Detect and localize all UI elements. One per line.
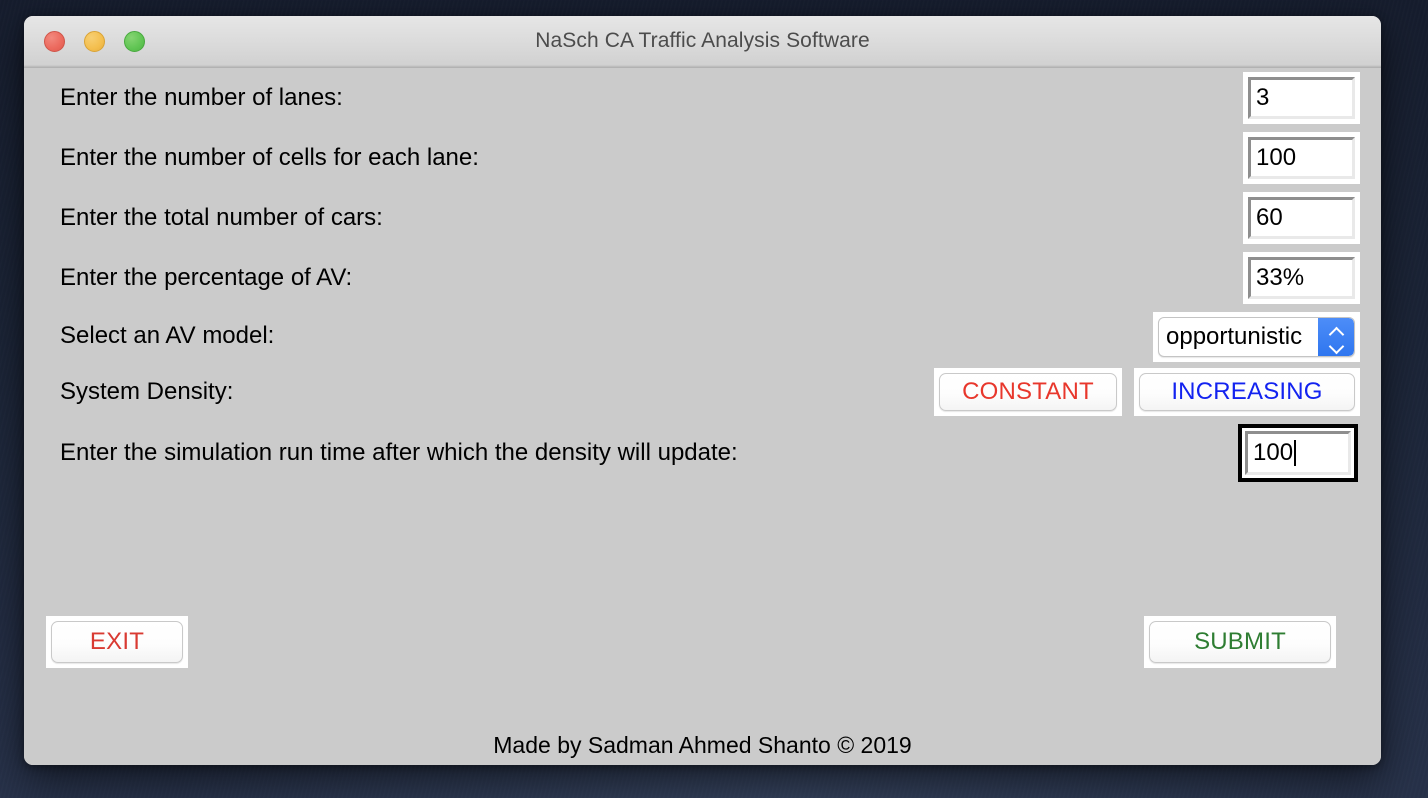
input-lanes[interactable]: 3 [1248, 77, 1355, 119]
window-title: NaSch CA Traffic Analysis Software [535, 29, 870, 52]
label-cells: Enter the number of cells for each lane: [60, 144, 479, 171]
application-window: NaSch CA Traffic Analysis Software Enter… [24, 16, 1381, 765]
chevron-up-down-icon[interactable] [1318, 318, 1354, 356]
label-cars: Enter the total number of cars: [60, 204, 383, 231]
constant-button[interactable]: CONSTANT [939, 373, 1117, 411]
exit-button-wrapper[interactable]: EXIT [46, 616, 188, 668]
input-av-percentage[interactable]: 33% [1248, 257, 1355, 299]
constant-button-wrapper[interactable]: CONSTANT [934, 368, 1122, 416]
window-title-bar[interactable]: NaSch CA Traffic Analysis Software [24, 16, 1381, 68]
input-lanes-wrapper[interactable]: 3 [1243, 72, 1360, 124]
label-system-density: System Density: [60, 378, 234, 405]
input-run-time-value: 100 [1253, 439, 1294, 466]
submit-button-wrapper[interactable]: SUBMIT [1144, 616, 1336, 668]
input-cars-wrapper[interactable]: 60 [1243, 192, 1360, 244]
exit-button[interactable]: EXIT [51, 621, 183, 663]
select-av-model-wrapper[interactable]: opportunistic [1153, 312, 1360, 362]
input-run-time-wrapper[interactable]: 100 [1238, 424, 1358, 482]
select-av-model[interactable]: opportunistic [1158, 317, 1355, 357]
label-av-percentage: Enter the percentage of AV: [60, 264, 353, 291]
increasing-button[interactable]: INCREASING [1139, 373, 1355, 411]
form-row-cells: Enter the number of cells for each lane:… [24, 128, 1381, 188]
input-run-time[interactable]: 100 [1245, 431, 1351, 475]
chevron-down-icon [1329, 339, 1344, 348]
text-caret [1294, 440, 1297, 466]
label-lanes: Enter the number of lanes: [60, 84, 343, 111]
form-row-av-percentage: Enter the percentage of AV: 33% [24, 248, 1381, 308]
label-av-model: Select an AV model: [60, 322, 275, 349]
input-cells[interactable]: 100 [1248, 137, 1355, 179]
increasing-button-wrapper[interactable]: INCREASING [1134, 368, 1360, 416]
input-cells-wrapper[interactable]: 100 [1243, 132, 1360, 184]
form-row-cars: Enter the total number of cars: 60 [24, 188, 1381, 248]
form-row-system-density: System Density: CONSTANT INCREASING [24, 364, 1381, 420]
form-row-run-time: Enter the simulation run time after whic… [24, 420, 1381, 486]
input-cars[interactable]: 60 [1248, 197, 1355, 239]
input-av-percentage-wrapper[interactable]: 33% [1243, 252, 1360, 304]
form-row-lanes: Enter the number of lanes: 3 [24, 68, 1381, 128]
form-row-av-model: Select an AV model: opportunistic [24, 308, 1381, 364]
submit-button[interactable]: SUBMIT [1149, 621, 1331, 663]
window-body: Enter the number of lanes: 3 Enter the n… [24, 68, 1381, 765]
chevron-up-icon [1329, 327, 1344, 336]
footer-credit: Made by Sadman Ahmed Shanto © 2019 [493, 732, 912, 758]
select-av-model-value: opportunistic [1166, 323, 1303, 350]
label-run-time: Enter the simulation run time after whic… [60, 439, 738, 466]
